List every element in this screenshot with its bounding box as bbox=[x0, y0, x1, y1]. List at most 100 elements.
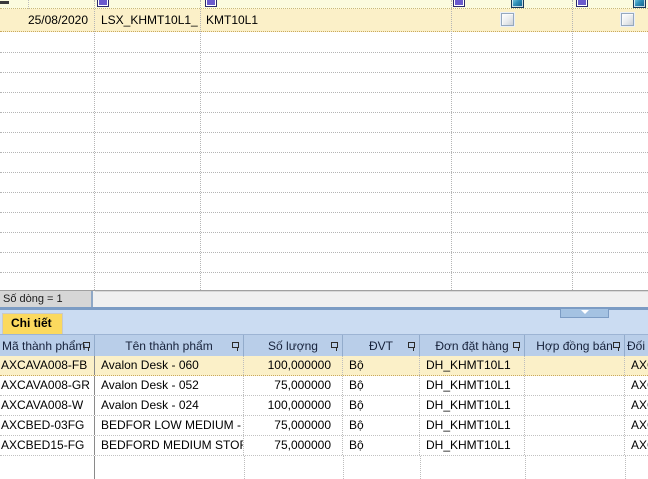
table-row[interactable]: AXCAVA008-GR Avalon Desk - 052 75,000000… bbox=[0, 376, 648, 396]
cell-don-dat-hang[interactable]: DH_KHMT10L1 bbox=[420, 376, 525, 395]
cell-don-dat-hang[interactable]: DH_KHMT10L1 bbox=[420, 396, 525, 415]
filter-icon[interactable] bbox=[205, 0, 217, 7]
detail-grid-rows: AXCAVA008-FB Avalon Desk - 060 100,00000… bbox=[0, 356, 648, 456]
cell-hop-dong-ban[interactable] bbox=[525, 396, 625, 415]
column-gridline bbox=[420, 456, 421, 479]
cell-ma[interactable]: AXCAVA008-GR bbox=[0, 376, 95, 395]
empty-row bbox=[0, 273, 648, 290]
header-label: Số lượng bbox=[268, 339, 318, 353]
column-gridline bbox=[451, 0, 452, 290]
empty-row bbox=[0, 193, 648, 213]
empty-row bbox=[0, 253, 648, 273]
cell-ma-ke-hoach[interactable]: KMT10L1 bbox=[200, 12, 451, 28]
filter-icon[interactable] bbox=[453, 0, 465, 7]
cell-doi-tuong[interactable]: AXC bbox=[625, 356, 648, 375]
cell-doi-tuong[interactable]: AXC bbox=[625, 396, 648, 415]
empty-grid-area[interactable] bbox=[0, 33, 648, 290]
cell-doi-tuong[interactable]: AXC bbox=[625, 436, 648, 455]
empty-row bbox=[0, 173, 648, 193]
cell-dvt[interactable]: Bộ bbox=[343, 376, 420, 395]
cell-ten[interactable]: Avalon Desk - 060 bbox=[95, 356, 244, 375]
cell-hop-dong-ban[interactable] bbox=[525, 416, 625, 435]
row-checkbox[interactable] bbox=[621, 13, 634, 26]
header-dvt[interactable]: ĐVT bbox=[343, 335, 420, 357]
cell-hop-dong-ban[interactable] bbox=[525, 376, 625, 395]
header-label: Hợp đồng bán bbox=[536, 339, 613, 353]
cell-so-luong[interactable]: 75,000000 bbox=[244, 416, 343, 435]
cell-ten[interactable]: BEDFORD MEDIUM STOR bbox=[95, 436, 244, 455]
empty-row bbox=[0, 133, 648, 153]
cell-dvt[interactable]: Bộ bbox=[343, 436, 420, 455]
master-grid: 25/08/2020 LSX_KHMT10L1_ KMT10L1 bbox=[0, 0, 648, 290]
pin-icon[interactable] bbox=[331, 342, 338, 348]
cell-so-lenh[interactable]: LSX_KHMT10L1_ bbox=[94, 12, 200, 28]
header-label: Mã thành phẩm bbox=[2, 339, 85, 353]
pin-icon[interactable] bbox=[513, 342, 520, 348]
empty-row bbox=[0, 113, 648, 133]
column-gridline bbox=[200, 0, 201, 290]
master-table-row[interactable]: 25/08/2020 LSX_KHMT10L1_ KMT10L1 bbox=[0, 9, 648, 32]
empty-row bbox=[0, 73, 648, 93]
column-gridline bbox=[525, 456, 526, 479]
select-all-checkbox-icon[interactable] bbox=[511, 0, 524, 8]
column-gridline bbox=[244, 456, 245, 479]
header-so-luong[interactable]: Số lượng bbox=[244, 335, 343, 357]
cell-ma[interactable]: AXCBED-03FG bbox=[0, 416, 95, 435]
column-divider bbox=[28, 0, 29, 9]
table-row[interactable]: AXCBED15-FG BEDFORD MEDIUM STOR 75,00000… bbox=[0, 436, 648, 456]
column-gridline bbox=[625, 456, 626, 479]
cell-doi-tuong[interactable]: AXC bbox=[625, 376, 648, 395]
header-label: Đơn đặt hàng bbox=[435, 339, 508, 353]
tab-chi-tiet[interactable]: Chi tiết bbox=[2, 313, 63, 334]
cell-so-luong[interactable]: 75,000000 bbox=[244, 436, 343, 455]
table-row[interactable]: AXCAVA008-W Avalon Desk - 024 100,000000… bbox=[0, 396, 648, 416]
cutoff-dash-icon bbox=[0, 1, 9, 4]
header-ten-thanh-pham[interactable]: Tên thành phẩm bbox=[95, 335, 244, 357]
cell-ten[interactable]: BEDFOR LOW MEDIUM - 0 bbox=[95, 416, 244, 435]
grid-status-bar: Số dòng = 1 bbox=[0, 290, 648, 307]
app-window: 25/08/2020 LSX_KHMT10L1_ KMT10L1 bbox=[0, 0, 648, 479]
cell-so-luong[interactable]: 100,000000 bbox=[244, 396, 343, 415]
chevron-down-icon bbox=[581, 310, 589, 314]
cell-don-dat-hang[interactable]: DH_KHMT10L1 bbox=[420, 416, 525, 435]
header-label: Tên thành phẩm bbox=[125, 339, 212, 353]
cell-so-luong[interactable]: 75,000000 bbox=[244, 376, 343, 395]
cell-ma[interactable]: AXCBED15-FG bbox=[0, 436, 95, 455]
horizontal-scrollbar[interactable] bbox=[95, 291, 648, 308]
table-row[interactable]: AXCAVA008-FB Avalon Desk - 060 100,00000… bbox=[0, 356, 648, 376]
row-checkbox[interactable] bbox=[501, 13, 514, 26]
cell-hop-dong-ban[interactable] bbox=[525, 356, 625, 375]
detail-tab-strip bbox=[0, 310, 648, 334]
header-hop-dong-ban[interactable]: Hợp đồng bán bbox=[525, 335, 625, 357]
header-label: ĐVT bbox=[369, 339, 393, 353]
pin-icon[interactable] bbox=[613, 342, 620, 348]
table-row[interactable]: AXCBED-03FG BEDFOR LOW MEDIUM - 0 75,000… bbox=[0, 416, 648, 436]
cell-dvt[interactable]: Bộ bbox=[343, 416, 420, 435]
cell-ten[interactable]: Avalon Desk - 024 bbox=[95, 396, 244, 415]
header-don-dat-hang[interactable]: Đơn đặt hàng bbox=[420, 335, 525, 357]
cell-ma[interactable]: AXCAVA008-W bbox=[0, 396, 95, 415]
pin-icon[interactable] bbox=[408, 342, 415, 348]
cell-don-dat-hang[interactable]: DH_KHMT10L1 bbox=[420, 436, 525, 455]
cell-ma[interactable]: AXCAVA008-FB bbox=[0, 356, 95, 375]
pin-icon[interactable] bbox=[232, 342, 239, 348]
detail-empty-area[interactable] bbox=[0, 456, 648, 479]
select-all-checkbox-icon[interactable] bbox=[633, 0, 646, 8]
row-count-label: Số dòng = 1 bbox=[0, 291, 93, 308]
cell-doi-tuong[interactable]: AXC bbox=[625, 416, 648, 435]
cell-dvt[interactable]: Bộ bbox=[343, 356, 420, 375]
filter-icon[interactable] bbox=[576, 0, 588, 7]
header-ma-thanh-pham[interactable]: Mã thành phẩm bbox=[0, 335, 95, 357]
cell-so-luong[interactable]: 100,000000 bbox=[244, 356, 343, 375]
cell-ten[interactable]: Avalon Desk - 052 bbox=[95, 376, 244, 395]
cell-ngay[interactable]: 25/08/2020 bbox=[0, 12, 94, 28]
empty-row bbox=[0, 233, 648, 253]
cell-don-dat-hang[interactable]: DH_KHMT10L1 bbox=[420, 356, 525, 375]
cell-hop-dong-ban[interactable] bbox=[525, 436, 625, 455]
filter-icon[interactable] bbox=[97, 0, 109, 7]
splitter-collapse-button[interactable] bbox=[560, 308, 609, 318]
pin-icon[interactable] bbox=[83, 342, 90, 348]
cell-dvt[interactable]: Bộ bbox=[343, 396, 420, 415]
header-doi-tuong[interactable]: Đối bbox=[625, 335, 648, 357]
column-gridline bbox=[94, 456, 95, 479]
